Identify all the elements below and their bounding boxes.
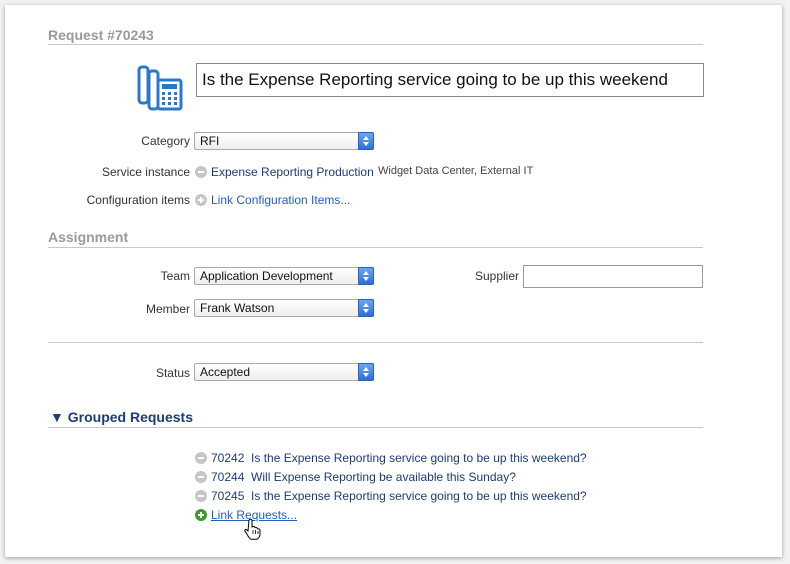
remove-request-icon[interactable] <box>195 452 207 464</box>
remove-request-icon[interactable] <box>195 490 207 502</box>
divider <box>48 247 703 248</box>
request-panel: Request #70243 Is the Expense Reporting … <box>5 5 782 557</box>
status-label: Status <box>155 366 190 380</box>
select-arrows-icon <box>358 267 374 285</box>
team-label: Team <box>160 269 190 283</box>
category-label: Category <box>141 134 190 148</box>
select-arrows-icon <box>358 299 374 317</box>
supplier-input[interactable] <box>523 265 703 288</box>
request-heading: Request #70243 <box>48 27 154 43</box>
team-select[interactable]: Application Development <box>194 267 374 285</box>
assignment-heading: Assignment <box>48 229 129 245</box>
configuration-items-label: Configuration items <box>86 193 190 207</box>
hand-cursor-icon <box>244 518 262 540</box>
member-select[interactable]: Frank Watson <box>194 299 374 317</box>
service-instance-label: Service instance <box>101 165 190 179</box>
member-value: Frank Watson <box>200 301 275 315</box>
remove-service-icon[interactable] <box>195 166 207 178</box>
remove-request-icon[interactable] <box>195 471 207 483</box>
supplier-label: Supplier <box>474 269 519 283</box>
grouped-item-link[interactable]: 70242 Is the Expense Reporting service g… <box>211 451 587 465</box>
service-instance-link[interactable]: Expense Reporting Production <box>211 165 374 179</box>
grouped-item-link[interactable]: 70244 Will Expense Reporting be availabl… <box>211 470 516 484</box>
divider <box>48 44 703 45</box>
divider <box>48 342 703 343</box>
service-instance-info: Widget Data Center, External IT <box>378 165 534 177</box>
request-title-input[interactable]: Is the Expense Reporting service going t… <box>196 63 704 97</box>
grouped-item-link[interactable]: 70245 Is the Expense Reporting service g… <box>211 489 587 503</box>
divider <box>48 427 703 428</box>
team-value: Application Development <box>200 269 333 283</box>
status-select[interactable]: Accepted <box>194 363 374 381</box>
grouped-requests-toggle[interactable]: ▼ Grouped Requests <box>50 409 193 425</box>
select-arrows-icon <box>358 132 374 150</box>
category-value: RFI <box>200 134 220 148</box>
select-arrows-icon <box>358 363 374 381</box>
phone-fax-icon <box>137 63 183 111</box>
link-configuration-items[interactable]: Link Configuration Items... <box>211 193 350 207</box>
category-select[interactable]: RFI <box>194 132 374 150</box>
add-configuration-icon[interactable] <box>195 194 207 206</box>
member-label: Member <box>145 302 190 316</box>
add-request-icon[interactable] <box>195 509 207 521</box>
status-value: Accepted <box>200 365 251 379</box>
